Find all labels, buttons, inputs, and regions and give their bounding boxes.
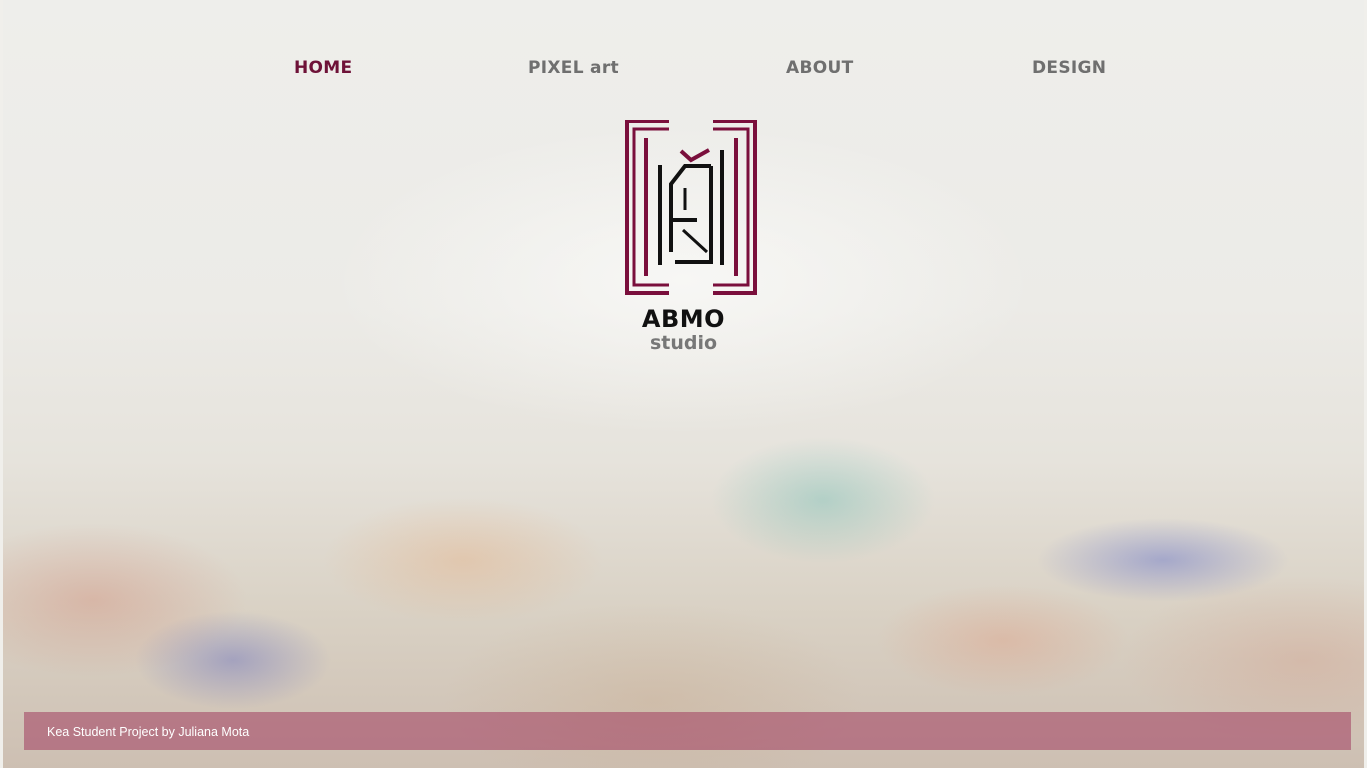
nav-pixel-art-link[interactable]: PIXEL art <box>528 58 619 78</box>
nav-home-link[interactable]: HOME <box>294 58 352 78</box>
nav-about-link[interactable]: ABOUT <box>786 58 853 78</box>
brand-name: ABMO <box>641 305 726 333</box>
main-navigation: HOME PIXEL art ABOUT DESIGN <box>3 0 1364 140</box>
page-background: HOME PIXEL art ABOUT DESIGN ABMO studio … <box>3 0 1364 768</box>
footer-credit: Kea Student Project by Juliana Mota <box>47 725 250 739</box>
nav-design-link[interactable]: DESIGN <box>1032 58 1106 78</box>
abmo-monogram-logo-icon[interactable] <box>625 119 757 295</box>
brand-subtitle: studio <box>649 332 718 354</box>
footer-bar: Kea Student Project by Juliana Mota <box>24 712 1351 750</box>
